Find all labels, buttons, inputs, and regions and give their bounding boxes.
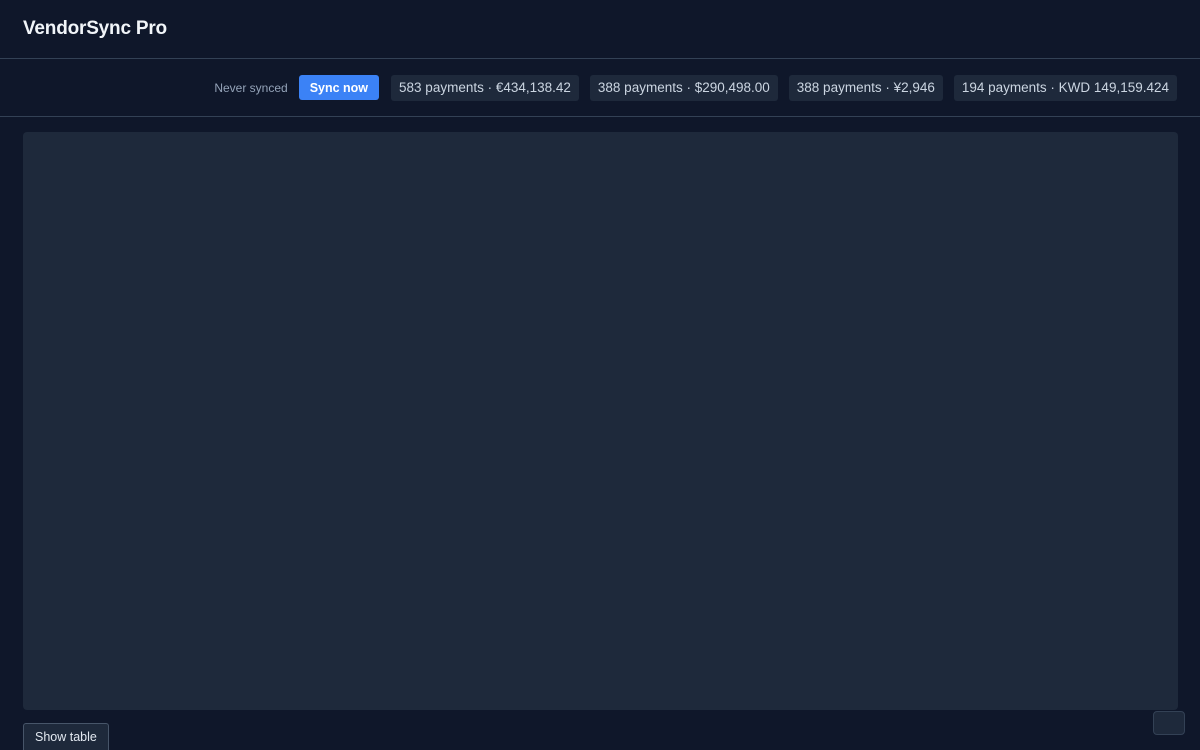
- sync-status-text: Never synced: [214, 80, 288, 95]
- corner-action-button[interactable]: [1153, 711, 1185, 735]
- show-table-button[interactable]: Show table: [23, 723, 109, 750]
- summary-chip-jpy: 388 payments · ¥2,946: [788, 74, 943, 101]
- summary-chip-kwd: 194 payments · KWD 149,159.424: [953, 74, 1177, 101]
- currency-summaries: 583 payments · €434,138.42 388 payments …: [391, 74, 1177, 101]
- sync-now-button[interactable]: Sync now: [298, 75, 380, 100]
- app-header: VendorSync Pro: [0, 0, 1200, 59]
- toolbar: Never synced Sync now 583 payments · €43…: [0, 59, 1200, 117]
- main-content-panel: [23, 132, 1178, 710]
- summary-chip-eur: 583 payments · €434,138.42: [391, 74, 579, 101]
- summary-chip-usd: 388 payments · $290,498.00: [589, 74, 778, 101]
- app-title: VendorSync Pro: [23, 18, 167, 39]
